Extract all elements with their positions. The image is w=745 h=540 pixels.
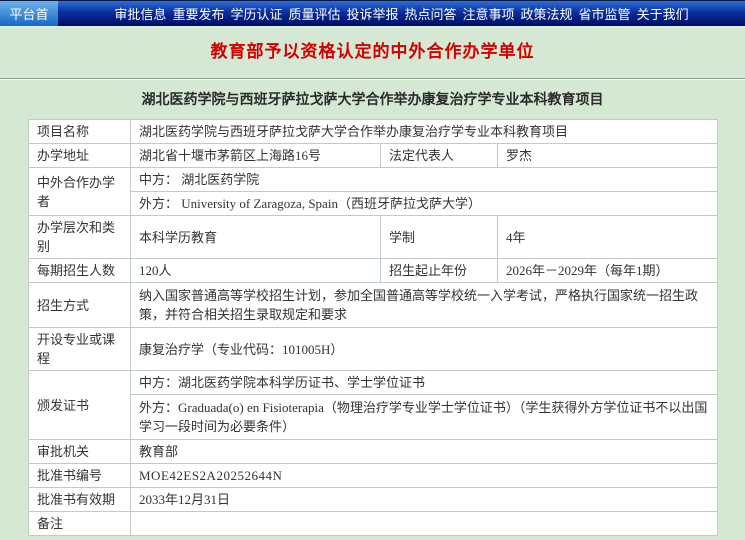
certificates-cn-value: 中方：湖北医药学院本科学历证书、学士学位证书: [131, 371, 718, 395]
divider: [0, 78, 745, 80]
duration-value: 4年: [498, 216, 718, 259]
partners-cn-value: 中方： 湖北医药学院: [131, 168, 718, 192]
table-row-authority: 审批机关 教育部: [29, 440, 718, 464]
nav-link-important-news[interactable]: 重要发布: [172, 4, 224, 23]
nav-link-about-us[interactable]: 关于我们: [637, 4, 689, 23]
table-row-majors: 开设专业或课程 康复治疗学（专业代码：101005H）: [29, 328, 718, 371]
page-title: 教育部予以资格认定的中外合作办学单位: [0, 40, 745, 64]
duration-label: 学制: [381, 216, 498, 259]
address-label: 办学地址: [29, 144, 131, 168]
nav-tab-platform-home[interactable]: 平台首: [0, 1, 58, 26]
table-row-enrollment: 每期招生人数 120人 招生起止年份 2026年－2029年（每年1期）: [29, 259, 718, 283]
enrollment-label: 每期招生人数: [29, 259, 131, 283]
validity-value: 2033年12月31日: [131, 488, 718, 512]
partners-foreign-prefix: 外方：: [139, 196, 181, 211]
nav-link-approval-info[interactable]: 审批信息: [114, 4, 166, 23]
authority-label: 审批机关: [29, 440, 131, 464]
table-row-remarks: 备注: [29, 512, 718, 536]
nav-links: 审批信息 重要发布 学历认证 质量评估 投诉举报 热点问答 注意事项 政策法规 …: [58, 1, 745, 26]
approval-no-label: 批准书编号: [29, 464, 131, 488]
partners-foreign-suffix: （西班牙萨拉戈萨大学）: [338, 196, 481, 211]
partners-foreign-latin: University of Zaragoza, Spain: [181, 196, 338, 211]
table-row-validity: 批准书有效期 2033年12月31日: [29, 488, 718, 512]
partners-foreign-value: 外方： University of Zaragoza, Spain（西班牙萨拉戈…: [131, 192, 718, 216]
address-value: 湖北省十堰市茅箭区上海路16号: [131, 144, 381, 168]
legal-rep-label: 法定代表人: [381, 144, 498, 168]
remarks-label: 备注: [29, 512, 131, 536]
level-value: 本科学历教育: [131, 216, 381, 259]
nav-link-degree-auth[interactable]: 学历认证: [230, 4, 282, 23]
validity-label: 批准书有效期: [29, 488, 131, 512]
table-row-certificates-foreign: 外方：Graduada(o) en Fisioterapia（物理治疗学专业学士…: [29, 395, 718, 440]
certificates-foreign-latin: Graduada(o) en Fisioterapia: [178, 400, 324, 415]
program-info-table: 项目名称 湖北医药学院与西班牙萨拉戈萨大学合作举办康复治疗学专业本科教育项目 办…: [28, 119, 718, 536]
majors-label: 开设专业或课程: [29, 328, 131, 371]
years-label: 招生起止年份: [381, 259, 498, 283]
recruit-method-value: 纳入国家普通高等学校招生计划，参加全国普通高等学校统一入学考试，严格执行国家统一…: [131, 283, 718, 328]
nav-link-provincial-sup[interactable]: 省市监管: [579, 4, 631, 23]
project-name-label: 项目名称: [29, 120, 131, 144]
table-row-partners-foreign: 外方： University of Zaragoza, Spain（西班牙萨拉戈…: [29, 192, 718, 216]
table-row-partners-cn: 中外合作办学者 中方： 湖北医药学院: [29, 168, 718, 192]
table-row-project-name: 项目名称 湖北医药学院与西班牙萨拉戈萨大学合作举办康复治疗学专业本科教育项目: [29, 120, 718, 144]
years-value: 2026年－2029年（每年1期）: [498, 259, 718, 283]
nav-link-policies[interactable]: 政策法规: [521, 4, 573, 23]
partners-label: 中外合作办学者: [29, 168, 131, 216]
certificates-label: 颁发证书: [29, 371, 131, 440]
nav-link-quality-eval[interactable]: 质量评估: [288, 4, 340, 23]
nav-link-notices[interactable]: 注意事项: [463, 4, 515, 23]
table-row-address: 办学地址 湖北省十堰市茅箭区上海路16号 法定代表人 罗杰: [29, 144, 718, 168]
table-row-certificates-cn: 颁发证书 中方：湖北医药学院本科学历证书、学士学位证书: [29, 371, 718, 395]
table-row-level: 办学层次和类别 本科学历教育 学制 4年: [29, 216, 718, 259]
level-label: 办学层次和类别: [29, 216, 131, 259]
certificates-foreign-prefix: 外方：: [139, 400, 178, 415]
recruit-method-label: 招生方式: [29, 283, 131, 328]
remarks-value: [131, 512, 718, 536]
nav-link-complaints[interactable]: 投诉举报: [346, 4, 398, 23]
majors-value: 康复治疗学（专业代码：101005H）: [131, 328, 718, 371]
certificates-foreign-value: 外方：Graduada(o) en Fisioterapia（物理治疗学专业学士…: [131, 395, 718, 440]
legal-rep-value: 罗杰: [498, 144, 718, 168]
program-subtitle: 湖北医药学院与西班牙萨拉戈萨大学合作举办康复治疗学专业本科教育项目: [0, 92, 745, 109]
top-nav-bar: 平台首 审批信息 重要发布 学历认证 质量评估 投诉举报 热点问答 注意事项 政…: [0, 0, 745, 28]
approval-no-value: MOE42ES2A20252644N: [131, 464, 718, 488]
table-row-approval-no: 批准书编号 MOE42ES2A20252644N: [29, 464, 718, 488]
table-row-recruit-method: 招生方式 纳入国家普通高等学校招生计划，参加全国普通高等学校统一入学考试，严格执…: [29, 283, 718, 328]
nav-link-hot-qa[interactable]: 热点问答: [405, 4, 457, 23]
enrollment-value: 120人: [131, 259, 381, 283]
project-name-value: 湖北医药学院与西班牙萨拉戈萨大学合作举办康复治疗学专业本科教育项目: [131, 120, 718, 144]
authority-value: 教育部: [131, 440, 718, 464]
